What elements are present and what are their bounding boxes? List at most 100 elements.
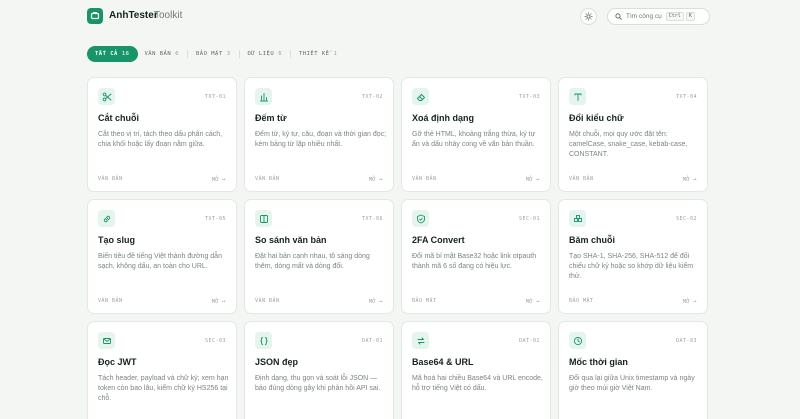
tool-code: DAT-02 <box>518 338 540 344</box>
tool-category: VĂN BẢN <box>98 176 123 182</box>
tool-description: Cắt theo vị trí, tách theo dấu phân cách… <box>98 131 223 148</box>
tool-card[interactable]: SEC-02 Băm chuỗi Tạo SHA-1, SHA-256, SHA… <box>558 199 708 314</box>
bar-chart-icon <box>255 88 272 105</box>
filter-chip-design[interactable]: THIẾT KẾ 1 <box>292 46 344 62</box>
tool-description: Mã hoá hai chiều Base64 và URL encode, h… <box>412 375 543 392</box>
tool-code: TXT-03 <box>518 94 540 100</box>
tool-card[interactable]: SEC-01 2FA Convert Đổi mã bí mật Base32 … <box>401 199 551 314</box>
tool-code: SEC-01 <box>518 216 540 222</box>
open-link[interactable]: MỞ → <box>526 176 540 183</box>
tool-card[interactable]: TXT-02 Đếm từ Đếm từ, ký tự, câu, đoạn v… <box>244 77 394 192</box>
filter-count: 6 <box>278 51 282 57</box>
open-label: MỞ <box>211 298 219 305</box>
hash-blocks-icon <box>569 210 586 227</box>
tool-description: Tạo SHA-1, SHA-256, SHA-512 để đối chiếu… <box>569 253 694 280</box>
brand-subtitle: Toolkit <box>154 10 183 21</box>
tool-code: DAT-01 <box>361 338 383 344</box>
theme-toggle-button[interactable] <box>580 8 597 25</box>
tool-card[interactable]: TXT-01 Cắt chuỗi Cắt theo vị trí, tách t… <box>87 77 237 192</box>
open-label: MỞ <box>368 176 376 183</box>
eraser-icon <box>412 88 429 105</box>
filter-label: TẤT CẢ <box>95 51 118 57</box>
tool-code: TXT-06 <box>361 216 383 222</box>
open-link[interactable]: MỞ → <box>683 176 697 183</box>
arrow-right-icon: → <box>535 176 540 183</box>
tool-title: Băm chuỗi <box>569 235 616 245</box>
tool-card[interactable]: DAT-03 Mốc thời gian Đổi qua lại giữa Un… <box>558 321 708 419</box>
arrow-right-icon: → <box>692 298 697 305</box>
arrow-right-icon: → <box>378 176 383 183</box>
envelope-icon <box>98 332 115 349</box>
tool-code: TXT-05 <box>204 216 226 222</box>
open-link[interactable]: MỞ → <box>369 176 383 183</box>
filter-count: 3 <box>226 51 231 57</box>
tool-card[interactable]: SEC-03 Đọc JWT Tách header, payload và c… <box>87 321 237 419</box>
arrow-right-icon: → <box>535 298 540 305</box>
shortcut-key-k: K <box>685 12 695 21</box>
arrow-right-icon: → <box>692 176 697 183</box>
open-label: MỞ <box>682 176 690 183</box>
filter-count: 1 <box>333 51 338 57</box>
tool-title: Đổi kiểu chữ <box>569 113 624 123</box>
brand-name[interactable]: AnhTester <box>109 10 158 21</box>
tool-title: Đếm từ <box>255 113 287 123</box>
tool-description: Tách header, payload và chữ ký; xem hạn … <box>98 375 229 402</box>
filter-count: 6 <box>175 51 179 57</box>
columns-icon <box>255 210 272 227</box>
arrows-icon <box>412 332 429 349</box>
open-label: MỞ <box>525 298 533 305</box>
sun-icon <box>584 12 593 21</box>
tool-category: BẢO MẬT <box>412 298 437 304</box>
tool-code: TXT-01 <box>204 94 226 100</box>
open-link[interactable]: MỞ → <box>369 298 383 305</box>
filter-chip-text[interactable]: VĂN BẢN 6 <box>138 46 187 62</box>
tool-description: Đếm từ, ký tự, câu, đoạn và thời gian đọ… <box>255 131 387 148</box>
scissors-icon <box>98 88 115 105</box>
app-logo-icon[interactable] <box>87 8 103 24</box>
tool-card[interactable]: TXT-05 Tạo slug Biến tiêu đề tiếng Việt … <box>87 199 237 314</box>
open-label: MỞ <box>525 176 533 183</box>
text-type-icon <box>569 88 586 105</box>
tool-title: Mốc thời gian <box>569 357 628 367</box>
open-label: MỞ <box>211 176 219 183</box>
tool-description: Định dạng, thu gọn và soát lỗi JSON — bá… <box>255 375 381 392</box>
arrow-right-icon: → <box>378 298 383 305</box>
open-link[interactable]: MỞ → <box>526 298 540 305</box>
open-link[interactable]: MỞ → <box>212 176 226 183</box>
filter-chip-data[interactable]: DỮ LIỆU 6 <box>241 46 290 62</box>
tool-description: Đổi qua lại giữa Unix timestamp và ngày … <box>569 375 695 392</box>
tool-card[interactable]: DAT-01 JSON đẹp Định dạng, thu gọn và so… <box>244 321 394 419</box>
filter-label: VĂN BẢN <box>144 51 172 57</box>
tool-title: So sánh văn bản <box>255 235 327 245</box>
tool-description: Gỡ thẻ HTML, khoảng trắng thừa, ký tự ẩn… <box>412 131 536 148</box>
open-link[interactable]: MỞ → <box>683 298 697 305</box>
tool-card[interactable]: DAT-02 Base64 & URL Mã hoá hai chiều Bas… <box>401 321 551 419</box>
tool-card[interactable]: TXT-06 So sánh văn bản Đặt hai bản cạnh … <box>244 199 394 314</box>
open-label: MỞ <box>682 298 690 305</box>
tool-code: SEC-02 <box>675 216 697 222</box>
divider <box>187 50 188 58</box>
divider <box>238 50 240 58</box>
tool-description: Đổi mã bí mật Base32 hoặc link otpauth t… <box>412 253 537 270</box>
clock-icon <box>569 332 586 349</box>
open-link[interactable]: MỞ → <box>212 298 226 305</box>
filter-chip-security[interactable]: BẢO MẬT 3 <box>189 46 238 62</box>
tool-card[interactable]: TXT-04 Đổi kiểu chữ Một chuỗi, mọi quy ư… <box>558 77 708 192</box>
arrow-right-icon: → <box>221 176 226 183</box>
search-input[interactable]: Tìm công cụ Ctrl K <box>607 8 710 25</box>
tool-category: VĂN BẢN <box>569 176 594 182</box>
tool-title: Xoá định dạng <box>412 113 474 123</box>
tool-title: Tạo slug <box>98 235 136 245</box>
tool-category: VĂN BẢN <box>98 298 123 304</box>
tool-code: DAT-03 <box>675 338 697 344</box>
shortcut-key-ctrl: Ctrl <box>665 12 684 21</box>
tool-title: JSON đẹp <box>255 357 299 367</box>
tool-code: TXT-02 <box>361 94 383 100</box>
filter-label: BẢO MẬT <box>196 51 223 57</box>
search-placeholder: Tìm công cụ <box>626 13 662 20</box>
tool-category: VĂN BẢN <box>255 176 280 182</box>
tool-description: Đặt hai bản cạnh nhau, tô sáng dòng thêm… <box>255 253 370 270</box>
tool-category: BẢO MẬT <box>569 298 594 304</box>
tool-card[interactable]: TXT-03 Xoá định dạng Gỡ thẻ HTML, khoảng… <box>401 77 551 192</box>
filter-chip-all[interactable]: TẤT CẢ 16 <box>87 46 138 62</box>
